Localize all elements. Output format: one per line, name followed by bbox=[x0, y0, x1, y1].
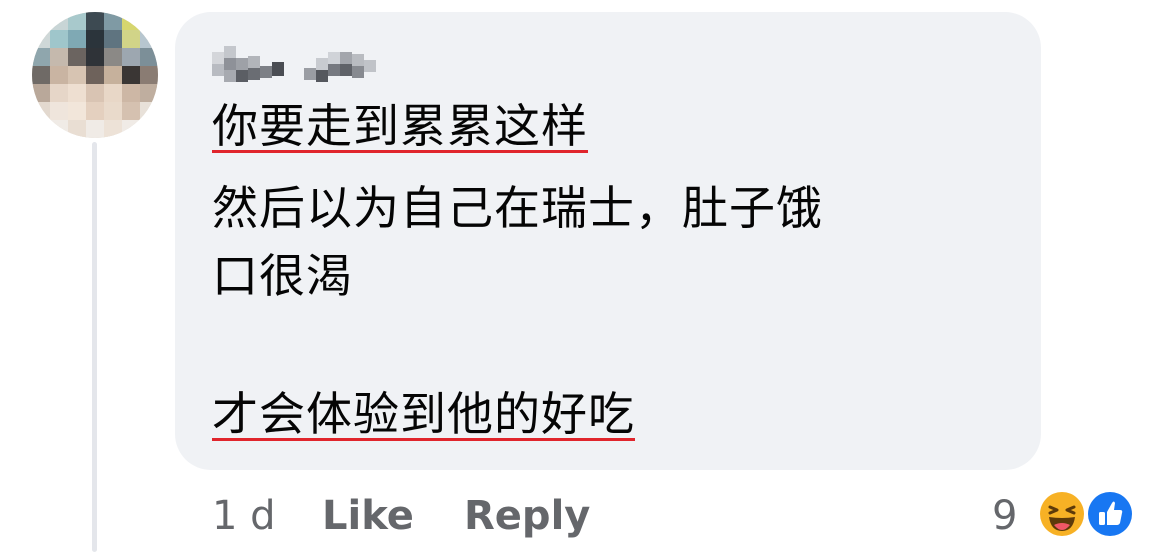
reaction-count[interactable]: 9 bbox=[992, 488, 1017, 544]
like-button[interactable]: Like bbox=[322, 488, 414, 544]
avatar-image bbox=[32, 12, 158, 138]
comment-timestamp[interactable]: 1 d bbox=[212, 488, 276, 544]
reply-button[interactable]: Reply bbox=[464, 488, 590, 544]
comment-line-1: 你要走到累累这样 bbox=[212, 99, 588, 153]
comment-line-2: 然后以为自己在瑞士，肚子饿 bbox=[212, 181, 823, 235]
like-icon bbox=[1084, 488, 1136, 540]
comment-author[interactable] bbox=[212, 46, 382, 86]
comment-line-4: 才会体验到他的好吃 bbox=[212, 387, 635, 441]
haha-icon bbox=[1036, 488, 1088, 540]
avatar[interactable] bbox=[32, 12, 158, 138]
redacted-name-image bbox=[212, 46, 376, 82]
comment-line-3: 口很渴 bbox=[212, 249, 353, 303]
thread-line bbox=[92, 142, 97, 552]
